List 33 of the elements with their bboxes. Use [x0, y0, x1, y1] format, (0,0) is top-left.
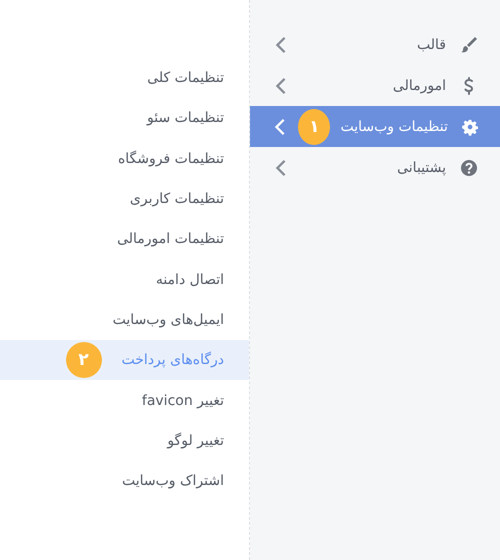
step-badge: ۱: [298, 108, 330, 144]
menu-label: قالب: [417, 36, 446, 52]
submenu-label: ایمیل‌های وب‌سایت: [112, 312, 224, 328]
submenu-item[interactable]: تغییر favicon: [0, 380, 249, 421]
submenu-label: تنظیمات فروشگاه: [118, 150, 224, 167]
submenu-item[interactable]: اتصال دامنه: [0, 259, 249, 300]
menu-label: امورمالی: [392, 78, 446, 94]
submenu-item[interactable]: تنظیمات کلی: [0, 58, 249, 98]
submenu-label: تغییر لوگو: [167, 432, 224, 449]
submenu-item[interactable]: ایمیل‌های وب‌سایت: [0, 300, 249, 340]
submenu-label: درگاه‌های پرداخت: [122, 352, 224, 368]
submenu-label: تغییر favicon: [142, 392, 224, 409]
submenu-label: اشتراک وب‌سایت: [122, 473, 224, 490]
submenu-label: تنظیمات کاربری: [130, 191, 224, 208]
submenu-label: تنظیمات امورمالی: [117, 231, 224, 248]
settings-icon: [462, 118, 478, 136]
menu-item[interactable]: امورمالی: [250, 65, 500, 106]
submenu-item[interactable]: تغییر لوگو: [0, 420, 249, 461]
submenu-item[interactable]: تنظیمات کاربری: [0, 178, 249, 220]
submenu-item[interactable]: تنظیمات امورمالی: [0, 219, 249, 260]
submenu-item[interactable]: تنظیمات فروشگاه: [0, 138, 249, 179]
help-icon: [460, 158, 478, 176]
menu-label: تنظیمات وب‌سایت: [340, 118, 448, 134]
submenu-label: اتصال دامنه: [156, 272, 224, 288]
submenu-item[interactable]: تنظیمات سئو: [0, 98, 249, 139]
submenu-label: تنظیمات کلی: [147, 70, 224, 86]
menu-label: پشتیبانی: [397, 160, 446, 176]
submenu-label: تنظیمات سئو: [146, 110, 224, 126]
step-badge: ۲: [66, 342, 102, 378]
menu-item[interactable]: پشتیبانی: [250, 147, 500, 188]
brush-icon: [460, 36, 478, 54]
menu-item[interactable]: قالب: [250, 24, 500, 65]
submenu-item[interactable]: اشتراک وب‌سایت: [0, 460, 249, 502]
